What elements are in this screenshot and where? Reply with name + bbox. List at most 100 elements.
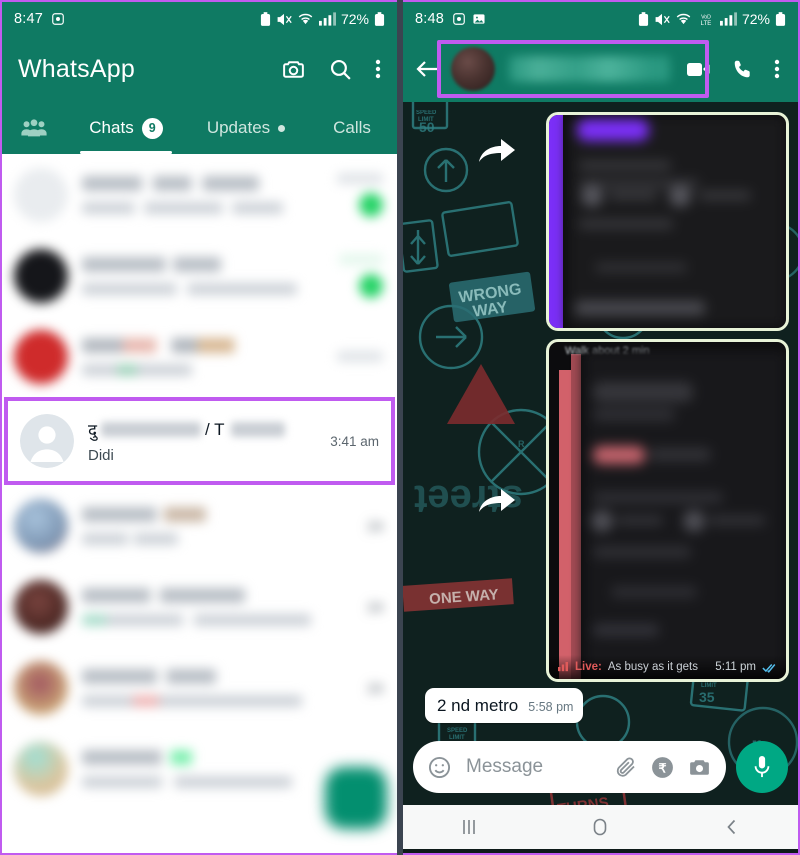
screen-record-icon <box>52 13 64 25</box>
tab-chats-label: Chats <box>89 118 134 137</box>
image-icon <box>473 14 485 24</box>
chat-timestamp: 3:41 am <box>330 433 379 449</box>
chat-row-meta: 24 <box>321 680 383 696</box>
chat-name-redacted-1 <box>101 422 202 437</box>
forward-arrow-icon <box>479 139 515 162</box>
forward-arrow-icon <box>479 489 515 512</box>
avatar <box>14 248 68 303</box>
card2-live-label: Live: <box>575 661 602 673</box>
emoji-icon[interactable] <box>427 755 452 780</box>
back-icon[interactable] <box>722 817 742 837</box>
chat-list-item[interactable]: 24 <box>2 647 397 728</box>
outgoing-message-bubble[interactable]: 2 nd metro 5:58 pm <box>425 688 584 723</box>
chat-list-item[interactable]: 24 <box>2 566 397 647</box>
status-left-icons <box>452 12 486 26</box>
chat-name-separator: / T <box>205 419 225 439</box>
tab-calls-label: Calls <box>333 118 371 137</box>
message-text: 2 nd metro <box>437 696 519 715</box>
screen-record-icon <box>453 13 465 25</box>
whatsapp-app-bar: WhatsApp <box>2 36 397 102</box>
chat-timestamp: 24 <box>367 517 383 534</box>
card2-caption-bar: Live: As busy as it gets 5:11 pm <box>549 655 786 679</box>
signal-icon <box>318 12 336 26</box>
svg-text:LTE: LTE <box>701 20 712 26</box>
tab-calls[interactable]: Calls <box>306 102 397 154</box>
camera-icon[interactable] <box>281 57 306 82</box>
dual-screenshot-container: 8:47 72% WhatsApp Chats 9 Updates Calls … <box>0 0 800 855</box>
tab-communities[interactable] <box>2 102 66 154</box>
voice-message-button[interactable] <box>736 741 788 793</box>
tab-chats[interactable]: Chats 9 <box>66 102 186 154</box>
card2-timestamp: 5:11 pm <box>715 661 756 673</box>
highlighted-chat-row[interactable]: दु / T Didi 3:41 am <box>4 397 395 485</box>
svg-text:VoD: VoD <box>701 14 711 20</box>
chat-row-meta: 24 <box>321 599 383 615</box>
overflow-menu-icon[interactable] <box>375 57 381 81</box>
status-right-icons: VoD LTE 72% <box>638 11 786 27</box>
status-right-icons: 72% <box>260 11 385 27</box>
overflow-menu-icon[interactable] <box>774 57 780 81</box>
avatar <box>14 329 68 384</box>
highlighted-chat-text: दु / T Didi <box>88 418 307 464</box>
chat-list-item[interactable] <box>2 316 397 397</box>
battery-icon <box>374 11 385 26</box>
tab-updates-label: Updates <box>206 118 271 137</box>
chat-row-text <box>82 256 321 295</box>
chat-name-redacted-2 <box>230 422 285 437</box>
status-time: 8:47 <box>14 11 44 27</box>
camera-icon[interactable] <box>687 755 712 780</box>
chat-list[interactable]: दु / T Didi 3:41 am 24 24 24 <box>2 154 397 853</box>
tab-updates[interactable]: Updates <box>186 102 306 154</box>
default-person-avatar <box>20 414 74 468</box>
chat-timestamp: 24 <box>367 679 383 696</box>
left-phone-screen: 8:47 72% WhatsApp Chats 9 Updates Calls … <box>0 0 397 855</box>
highlighted-chat-preview: Didi <box>88 447 114 464</box>
battery-icon <box>775 11 786 26</box>
avatar <box>14 167 68 222</box>
forwarded-screenshot-card-2[interactable]: Walk about 2 min <box>546 339 789 682</box>
app-bar-actions <box>281 57 381 82</box>
chat-row-text <box>82 587 321 626</box>
chat-list-item[interactable] <box>2 154 397 235</box>
chat-list-item[interactable] <box>2 235 397 316</box>
contact-header-highlight-box <box>437 40 709 98</box>
chat-name-visible-prefix: दु <box>88 421 98 440</box>
highlighted-chat-name: दु / T <box>88 418 307 441</box>
home-icon[interactable] <box>590 817 610 837</box>
paperclip-icon[interactable] <box>614 755 638 779</box>
tab-bar: Chats 9 Updates Calls <box>2 102 397 154</box>
chat-row-text <box>82 506 321 545</box>
avatar <box>14 660 68 715</box>
app-title: WhatsApp <box>18 54 135 83</box>
signal-icon <box>719 12 737 26</box>
conversation-area[interactable]: SPEEDLIMIT50 SPEEDLIMIT50 SPEEDLIMIT60 S… <box>403 102 798 805</box>
message-time: 5:58 pm <box>528 700 574 714</box>
wifi-icon <box>298 13 313 25</box>
voice-call-icon[interactable] <box>732 58 754 80</box>
chat-list-item[interactable]: 24 <box>2 485 397 566</box>
avatar <box>14 579 68 634</box>
svg-text:₹: ₹ <box>659 761 667 775</box>
right-navigation-bar <box>403 805 798 849</box>
chat-row-text <box>82 749 321 788</box>
volte-icon: VoDLTE <box>701 14 712 26</box>
search-icon[interactable] <box>328 57 353 82</box>
new-chat-fab[interactable] <box>325 767 387 829</box>
message-input-bar: Message ₹ <box>413 741 788 793</box>
status-time: 8:48 <box>415 11 445 27</box>
message-input-placeholder: Message <box>466 756 544 777</box>
avatar <box>14 741 68 796</box>
recents-icon[interactable] <box>459 817 479 837</box>
chat-timestamp: 24 <box>367 598 383 615</box>
highlighted-chat-time-wrap: 3:41 am <box>307 434 379 449</box>
message-input-pill[interactable]: Message ₹ <box>413 741 726 793</box>
forwarded-screenshot-card-1[interactable] <box>546 112 789 331</box>
mute-icon <box>655 13 670 25</box>
battery-saver-icon <box>260 11 271 26</box>
chat-row-meta <box>321 172 383 217</box>
rupee-icon[interactable]: ₹ <box>650 755 675 780</box>
microphone-icon <box>754 756 770 778</box>
chat-row-text <box>82 175 321 214</box>
chat-row-meta: 24 <box>321 518 383 534</box>
card2-caption-text: As busy as it gets <box>607 661 698 673</box>
